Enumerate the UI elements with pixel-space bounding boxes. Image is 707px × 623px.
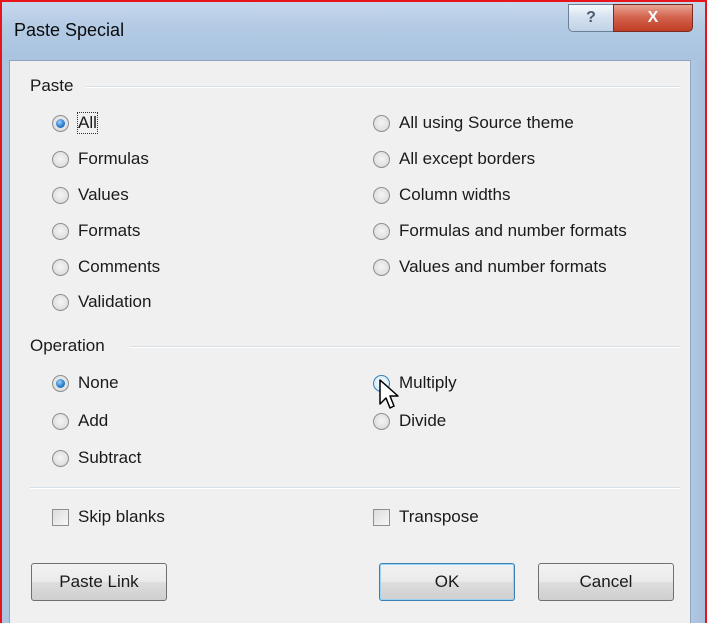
radio-paste-column-widths[interactable]: Column widths <box>373 185 511 205</box>
radio-operation-divide[interactable]: Divide <box>373 411 446 431</box>
paste-group-label: Paste <box>30 76 74 95</box>
cancel-button[interactable]: Cancel <box>538 563 674 601</box>
checkbox-icon[interactable] <box>373 508 390 526</box>
radio-icon[interactable] <box>373 258 390 276</box>
radio-label: Comments <box>78 257 161 276</box>
radio-paste-values[interactable]: Values <box>52 185 129 205</box>
operation-group-divider <box>130 346 680 348</box>
radio-operation-none[interactable]: None <box>52 373 119 393</box>
radio-paste-all[interactable]: All <box>52 112 98 134</box>
radio-paste-formulas-and-number-formats[interactable]: Formulas and number formats <box>373 221 627 241</box>
paste-group-divider <box>86 86 680 88</box>
radio-icon[interactable] <box>52 449 69 467</box>
close-icon: X <box>647 9 659 26</box>
radio-icon[interactable] <box>52 186 69 204</box>
radio-icon[interactable] <box>52 374 69 392</box>
radio-label: All <box>77 112 98 134</box>
radio-icon[interactable] <box>52 258 69 276</box>
radio-label: Divide <box>399 411 447 430</box>
dialog-title: Paste Special <box>14 20 125 40</box>
mouse-pointer-icon <box>379 379 399 409</box>
radio-label: Formulas <box>78 149 149 168</box>
checkbox-transpose[interactable]: Transpose <box>373 507 479 527</box>
radio-icon[interactable] <box>52 114 69 132</box>
ok-button[interactable]: OK <box>379 563 515 601</box>
radio-paste-all-using-source-theme[interactable]: All using Source theme <box>373 113 574 133</box>
radio-paste-validation[interactable]: Validation <box>52 292 151 312</box>
radio-icon[interactable] <box>52 222 69 240</box>
radio-operation-subtract[interactable]: Subtract <box>52 448 141 468</box>
checkbox-label: Skip blanks <box>78 507 165 526</box>
radio-label: None <box>78 373 119 392</box>
options-divider <box>30 487 680 489</box>
checkbox-label: Transpose <box>399 507 479 526</box>
radio-icon[interactable] <box>373 412 390 430</box>
radio-label: Add <box>78 411 109 430</box>
radio-operation-add[interactable]: Add <box>52 411 108 431</box>
dialog-body <box>9 60 691 623</box>
radio-label: Subtract <box>78 448 142 467</box>
help-button[interactable]: ? <box>568 4 614 32</box>
title-bar[interactable]: Paste Special ? X <box>2 2 705 60</box>
radio-label: Column widths <box>399 185 511 204</box>
paste-link-button[interactable]: Paste Link <box>31 563 167 601</box>
radio-icon[interactable] <box>373 150 390 168</box>
radio-icon[interactable] <box>373 114 390 132</box>
radio-label: Formulas and number formats <box>399 221 627 240</box>
help-icon: ? <box>586 9 596 26</box>
radio-label: Formats <box>78 221 141 240</box>
radio-paste-comments[interactable]: Comments <box>52 257 160 277</box>
radio-label: Multiply <box>399 373 457 392</box>
radio-label: Values <box>78 185 129 204</box>
radio-paste-formulas[interactable]: Formulas <box>52 149 149 169</box>
window-border-left <box>2 60 9 623</box>
radio-label: All using Source theme <box>399 113 574 132</box>
window-border-right <box>691 60 705 623</box>
checkbox-skip-blanks[interactable]: Skip blanks <box>52 507 165 527</box>
radio-icon[interactable] <box>52 412 69 430</box>
radio-label: All except borders <box>399 149 536 168</box>
radio-icon[interactable] <box>373 222 390 240</box>
radio-icon[interactable] <box>373 186 390 204</box>
radio-icon[interactable] <box>52 293 69 311</box>
radio-label: Validation <box>78 292 152 311</box>
close-button[interactable]: X <box>613 4 693 32</box>
radio-label: Values and number formats <box>399 257 607 276</box>
checkbox-icon[interactable] <box>52 508 69 526</box>
radio-paste-all-except-borders[interactable]: All except borders <box>373 149 535 169</box>
radio-icon[interactable] <box>52 150 69 168</box>
radio-paste-formats[interactable]: Formats <box>52 221 140 241</box>
radio-paste-values-and-number-formats[interactable]: Values and number formats <box>373 257 607 277</box>
operation-group-label: Operation <box>30 336 105 355</box>
